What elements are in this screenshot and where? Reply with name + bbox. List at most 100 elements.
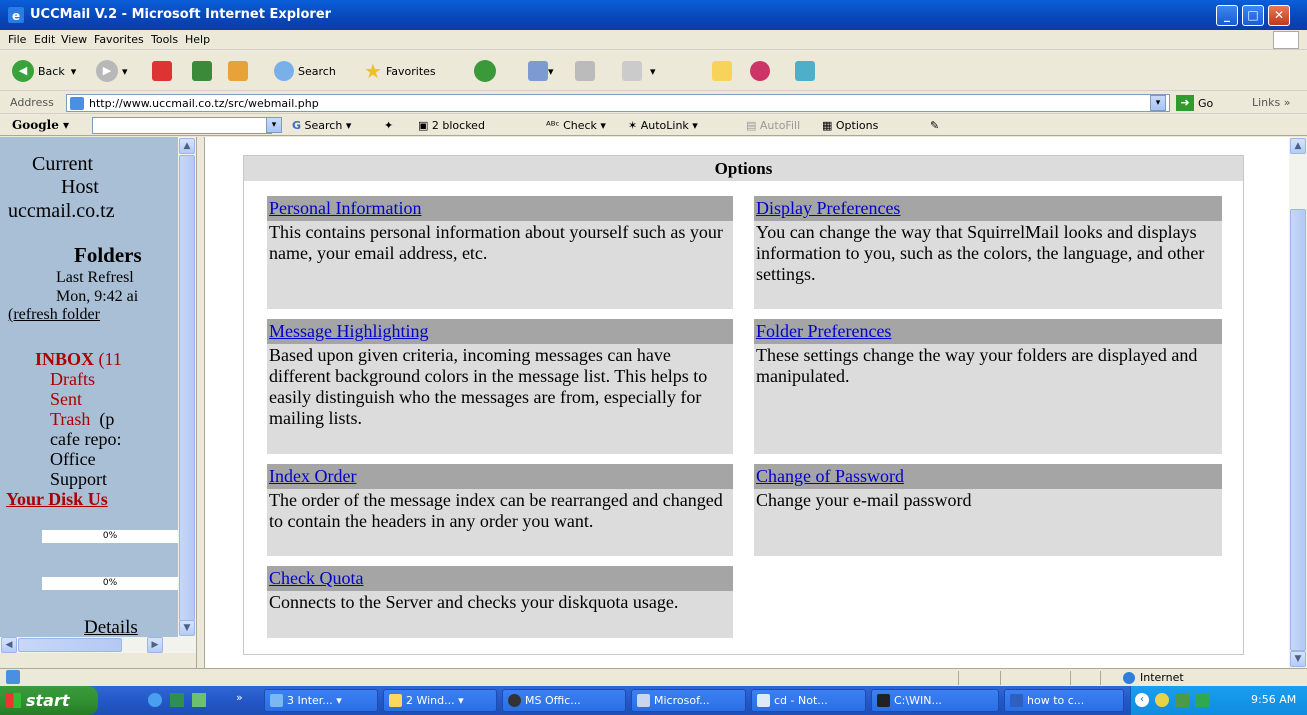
menu-help[interactable]: Help [185,33,210,46]
google-logo[interactable]: Google ▾ [12,118,69,132]
tray-ie-icon[interactable] [1195,693,1209,707]
tray-security-icon[interactable] [1175,693,1189,707]
maximize-button[interactable]: □ [1242,5,1264,26]
task-internet-explorer[interactable]: 3 Inter... ▾ [264,689,378,712]
messenger-button[interactable] [750,60,770,82]
quicklaunch-media-icon[interactable] [170,693,184,707]
folder-inbox[interactable]: INBOX (11 [35,349,122,370]
close-button[interactable]: ✕ [1268,5,1290,26]
history-button[interactable] [474,60,500,82]
tray-network-icon[interactable] [1155,693,1169,707]
task-microsoft[interactable]: Microsof... [631,689,746,712]
discuss-button[interactable] [712,60,732,82]
address-dropdown[interactable]: ▾ [1150,95,1166,111]
change-of-password-link[interactable]: Change of Password [756,466,904,486]
window-title-bar[interactable]: e UCCMail V.2 - Microsoft Internet Explo… [0,0,1307,30]
autofill-button[interactable]: ▤ AutoFill [746,119,800,132]
main-scroll-down-arrow-icon[interactable]: ▼ [1290,651,1306,667]
search-button[interactable]: Search [274,60,336,82]
windows-flag-icon [6,693,21,708]
options-title: Options [244,156,1243,181]
home-button[interactable] [228,60,248,82]
back-button[interactable]: ◀ Back ▾ [12,60,76,82]
start-button[interactable]: start [0,686,98,715]
google-dropdown[interactable]: ▾ [266,117,282,133]
refresh-button[interactable] [192,60,212,82]
task-word-document[interactable]: how to c... [1004,689,1124,712]
task-windows-explorer[interactable]: 2 Wind... ▾ [383,689,497,712]
main-scroll-thumb[interactable] [1290,209,1306,651]
folder-icon [712,61,732,81]
spell-check-button[interactable]: ᴬᴮᶜ Check ▾ [546,119,606,132]
sidebar-scroll-thumb[interactable] [179,155,195,621]
print-button[interactable] [575,60,595,82]
google-search-button[interactable]: G Search ▾ [292,119,351,132]
menu-tools[interactable]: Tools [151,33,178,46]
folder-cafe-report[interactable]: cafe repo: [50,429,121,450]
folder-preferences-desc: These settings change the way your folde… [756,345,1198,386]
address-input[interactable]: http://www.uccmail.co.tz/src/webmail.php [66,94,1170,112]
folder-trash[interactable]: Trash (p [50,409,114,430]
quicklaunch-ie-icon[interactable] [148,693,162,707]
go-arrow-icon: ➜ [1176,95,1194,111]
menu-edit[interactable]: Edit [34,33,55,46]
quicklaunch-expand-icon[interactable]: » [236,691,243,704]
option-message-highlighting: Message Highlighting Based upon given cr… [267,319,733,454]
current-label: Current [32,153,94,175]
go-button[interactable]: ➜ Go [1176,95,1213,111]
edit-button[interactable]: ▾ [622,60,656,82]
scroll-left-arrow-icon[interactable]: ◀ [1,637,17,653]
menu-file[interactable]: File [8,33,26,46]
tray-expand-icon[interactable]: ‹ [1135,693,1149,707]
task-command-prompt[interactable]: C:\WIN... [871,689,999,712]
favorites-button[interactable]: ★ Favorites [364,59,436,83]
folder-sent[interactable]: Sent [50,389,82,410]
sidebar-horizontal-scrollbar[interactable]: ◀ ▶ [0,637,196,653]
windows-logo-icon [1273,31,1299,49]
scroll-right-arrow-icon[interactable]: ▶ [147,637,163,653]
folder-drafts[interactable]: Drafts [50,369,95,390]
folder-office[interactable]: Office [50,449,96,470]
folder-support[interactable]: Support [50,469,107,490]
message-highlighting-link[interactable]: Message Highlighting [269,321,429,341]
status-bar: Internet [0,668,1307,686]
scroll-up-arrow-icon[interactable]: ▲ [179,138,195,154]
address-label: Address [10,96,54,109]
minimize-button[interactable]: _ [1216,5,1238,26]
frame-divider[interactable] [196,137,205,668]
index-order-desc: The order of the message index can be re… [269,490,723,531]
sidebar-hscroll-thumb[interactable] [18,638,122,652]
task-ms-office[interactable]: MS Offic... [502,689,626,712]
research-button[interactable] [795,60,815,82]
option-personal-information: Personal Information This contains perso… [267,196,733,309]
details-link[interactable]: Details [84,617,138,637]
folder-preferences-link[interactable]: Folder Preferences [756,321,891,341]
mail-button[interactable]: ▾ [528,60,554,82]
refresh-folders-link[interactable]: (refresh folder [8,306,100,324]
main-vertical-scrollbar[interactable]: ▲ ▼ [1289,137,1307,668]
menu-favorites[interactable]: Favorites [94,33,144,46]
address-bar: Address http://www.uccmail.co.tz/src/web… [0,92,1307,114]
task-notepad[interactable]: cd - Not... [751,689,866,712]
options-frame: Options Personal Information This contai… [205,137,1289,668]
host-label: Host [61,176,99,198]
check-quota-link[interactable]: Check Quota [269,568,363,588]
google-options-button[interactable]: ▦ Options [822,119,878,132]
main-scroll-up-arrow-icon[interactable]: ▲ [1290,138,1306,154]
display-preferences-link[interactable]: Display Preferences [756,198,900,218]
sidebar-vertical-scrollbar[interactable]: ▲ ▼ [178,137,196,637]
scroll-down-arrow-icon[interactable]: ▼ [179,620,195,636]
personal-information-link[interactable]: Personal Information [269,198,421,218]
messenger-icon [750,61,770,81]
stop-button[interactable] [152,60,172,82]
google-search-input[interactable] [92,117,272,134]
menu-view[interactable]: View [61,33,87,46]
page-status-icon [6,670,20,684]
forward-button[interactable]: ▶ ▾ [96,60,128,82]
disk-usage-link[interactable]: Your Disk Us [6,489,108,510]
autolink-button[interactable]: ✶ AutoLink ▾ [628,119,698,132]
index-order-link[interactable]: Index Order [269,466,356,486]
quicklaunch-desktop-icon[interactable] [192,693,206,707]
popup-blocker-button[interactable]: ▣ 2 blocked [418,119,485,132]
links-toolbar[interactable]: Links » [1252,96,1291,109]
